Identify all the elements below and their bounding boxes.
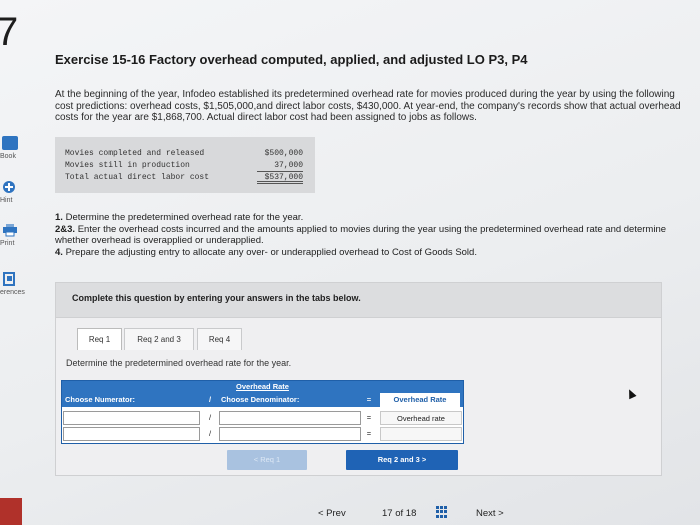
numerator-input[interactable]	[63, 427, 200, 441]
question-item: 4. Prepare the adjusting entry to alloca…	[55, 247, 690, 259]
book-icon	[2, 136, 18, 150]
prev-question-button[interactable]: < Prev	[318, 508, 346, 519]
grid-icon[interactable]	[436, 506, 448, 518]
equals-symbol: =	[366, 395, 372, 404]
result-header: Overhead Rate	[380, 393, 460, 407]
print-icon	[2, 223, 18, 237]
result-label: Overhead rate	[380, 411, 462, 425]
denominator-input[interactable]	[219, 427, 361, 441]
question-text: Prepare the adjusting entry to allocate …	[65, 246, 477, 258]
prev-req-button[interactable]: < Req 1	[227, 450, 307, 470]
exercise-title: Exercise 15-16 Factory overhead computed…	[55, 52, 528, 67]
rate-table-heading: Overhead Rate	[62, 381, 463, 393]
page-of: of	[395, 508, 404, 519]
next-question-button[interactable]: Next >	[476, 508, 504, 519]
equals-symbol: =	[366, 429, 372, 438]
table-row: Total actual direct labor cost $537,000	[65, 172, 315, 184]
sidebar-item-label: Hint	[0, 197, 13, 204]
row-value: 37,000	[257, 160, 303, 172]
rate-table-row: / =	[62, 427, 463, 441]
denominator-select[interactable]	[219, 411, 361, 425]
direct-labor-cost-table: Movies completed and released $500,000 M…	[55, 137, 315, 193]
row-value: $500,000	[264, 149, 303, 158]
question-text: Determine the predetermined overhead rat…	[65, 212, 304, 223]
sidebar-item-label: Book	[0, 153, 16, 160]
question-num: 4.	[55, 246, 63, 258]
sidebar-item-references[interactable]: erences	[0, 272, 44, 296]
page-current: 17	[382, 508, 393, 519]
brand-badge-icon	[0, 498, 22, 525]
question-item: 2&3. Enter the overhead costs incurred a…	[55, 224, 690, 247]
row-label: Movies completed and released	[65, 149, 205, 158]
row-value: $537,000	[257, 172, 303, 184]
instruction-text: Determine the predetermined overhead rat…	[66, 358, 292, 368]
denominator-header: Choose Denominator:	[221, 395, 300, 404]
tab-req-1[interactable]: Req 1	[77, 328, 122, 350]
equals-symbol: =	[366, 413, 372, 422]
question-number: 7	[0, 10, 19, 54]
rate-table-header-row: Choose Numerator: / Choose Denominator: …	[62, 393, 463, 407]
overhead-rate-output	[380, 427, 462, 441]
page: 7 Book Hint Print erences Exercise 15-16…	[0, 0, 700, 525]
numerator-header: Choose Numerator:	[65, 395, 136, 404]
sidebar-item-label: Print	[0, 240, 15, 247]
question-num: 1.	[55, 212, 63, 223]
row-label: Movies still in production	[65, 161, 190, 170]
question-text: Enter the overhead costs incurred and th…	[55, 223, 667, 247]
footer-nav: < Prev 17 of 18 Next >	[0, 500, 700, 525]
next-req-button[interactable]: Req 2 and 3 >	[346, 450, 458, 470]
divide-symbol: /	[208, 413, 212, 422]
question-item: 1. Determine the predetermined overhead …	[55, 212, 690, 224]
table-row: Movies completed and released $500,000	[65, 148, 315, 160]
page-indicator: 17 of 18	[382, 508, 416, 519]
overhead-rate-table: Overhead Rate Choose Numerator: / Choose…	[61, 380, 464, 444]
divide-symbol: /	[208, 395, 212, 404]
page-total: 18	[405, 508, 417, 519]
tabs-panel: Req 1 Req 2 and 3 Req 4 Determine the pr…	[55, 318, 662, 476]
tab-req-4[interactable]: Req 4	[197, 328, 242, 350]
sidebar-item-label: erences	[0, 289, 25, 296]
sidebar-item-hint[interactable]: Hint	[0, 180, 44, 204]
divide-symbol: /	[208, 429, 212, 438]
sidebar-item-book[interactable]: Book	[0, 136, 44, 160]
hint-icon	[2, 180, 18, 194]
row-label: Total actual direct labor cost	[65, 173, 210, 182]
numerator-select[interactable]	[63, 411, 200, 425]
exercise-intro: At the beginning of the year, Infodeo es…	[55, 89, 681, 123]
sidebar-item-print[interactable]: Print	[0, 223, 44, 247]
complete-prompt: Complete this question by entering your …	[55, 282, 662, 318]
question-num: 2&3.	[55, 223, 76, 235]
rate-table-row: / = Overhead rate	[62, 411, 463, 425]
references-icon	[2, 272, 18, 286]
tab-req-2-and-3[interactable]: Req 2 and 3	[124, 328, 194, 350]
question-list: 1. Determine the predetermined overhead …	[55, 212, 690, 258]
table-row: Movies still in production 37,000	[65, 160, 315, 172]
